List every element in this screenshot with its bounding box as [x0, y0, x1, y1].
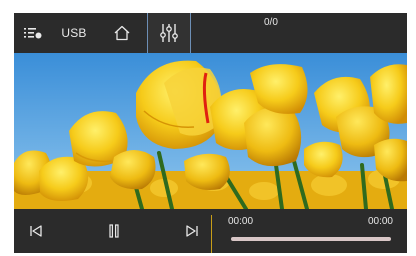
usb-source-button[interactable]: USB [54, 13, 94, 53]
playlist-icon [24, 28, 42, 39]
progress-slider[interactable] [231, 237, 391, 241]
previous-track-button[interactable] [24, 209, 48, 253]
equalizer-button[interactable] [147, 13, 191, 53]
media-player-screen: USB 0/0 00:00 00:00 [14, 13, 407, 253]
equalizer-icon [160, 24, 178, 42]
controls-divider [211, 215, 212, 253]
home-icon [114, 25, 130, 41]
home-button[interactable] [109, 13, 135, 53]
total-duration: 00:00 [367, 216, 393, 227]
skip-next-icon [186, 225, 198, 237]
pause-icon [109, 224, 119, 238]
elapsed-time: 00:00 [228, 216, 254, 227]
track-counter: 0/0 [264, 17, 278, 28]
playback-controls-bar: 00:00 00:00 [14, 209, 407, 253]
pause-button[interactable] [102, 209, 126, 253]
top-toolbar: USB 0/0 [14, 13, 407, 53]
next-track-button[interactable] [180, 209, 204, 253]
usb-source-label: USB [61, 26, 87, 40]
skip-previous-icon [30, 225, 42, 237]
tulip-field-photo [14, 53, 407, 209]
playlist-button[interactable] [20, 13, 46, 53]
